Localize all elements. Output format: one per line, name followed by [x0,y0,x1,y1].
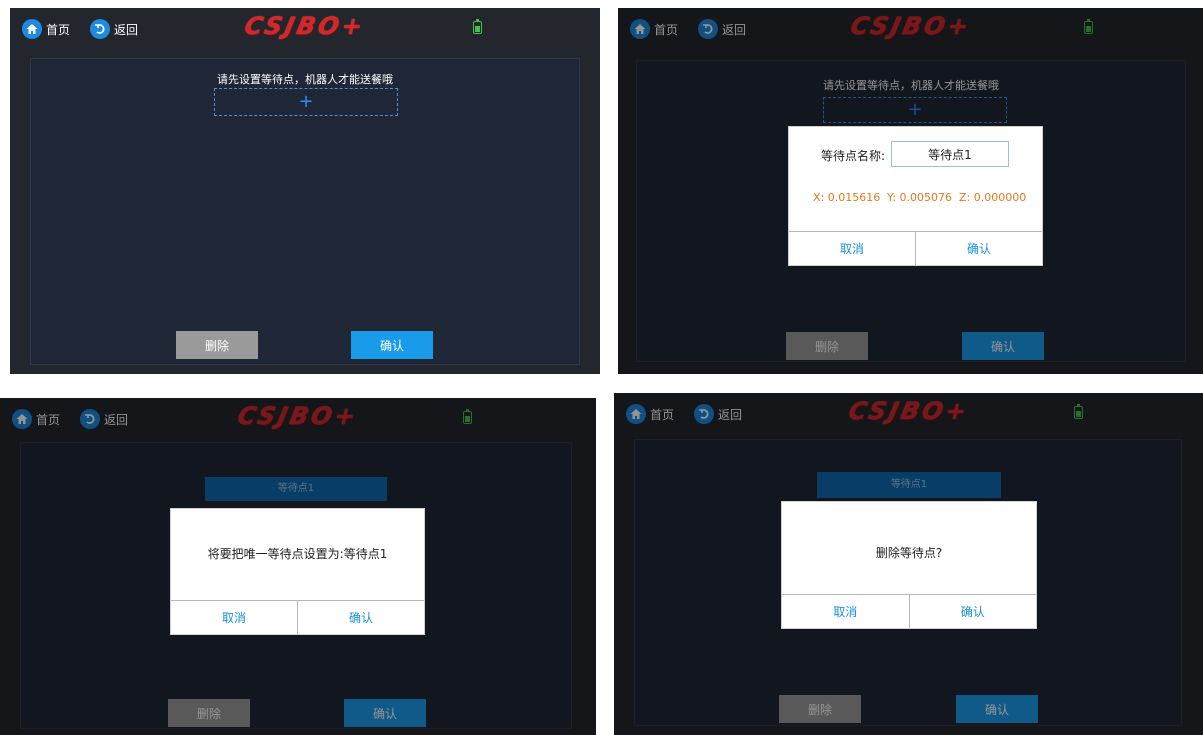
screen-delete-waypoint: 首页 返回 CSJBO+ 等待点1 删除 确认 删除等待点? 取消 确认 [614,393,1203,735]
dialog-confirm-button[interactable]: 确认 [910,595,1037,628]
dialog-footer: 取消 确认 [782,594,1036,628]
dialog-message: 将要把唯一等待点设置为:等待点1 [207,547,388,561]
top-bar: 首页 返回 CSJBO+ [10,8,600,50]
confirm-button[interactable]: 确认 [351,331,433,359]
screen-set-unique-waypoint: 首页 返回 CSJBO+ 等待点1 删除 确认 将要把唯一等待点设置为:等待点1… [0,398,596,735]
waypoint-panel: 请先设置等待点，机器人才能送餐哦 + [30,58,580,365]
confirm-waypoint-dialog: 将要把唯一等待点设置为:等待点1 取消 确认 [170,508,425,635]
dialog-footer: 取消 确认 [171,600,424,634]
prompt-text: 请先设置等待点，机器人才能送餐哦 [217,73,393,86]
back-label: 返回 [114,22,139,37]
waypoint-name-input[interactable] [891,141,1009,167]
home-icon [22,19,42,39]
dialog-cancel-button[interactable]: 取消 [171,601,298,634]
delete-button[interactable]: 删除 [176,331,258,359]
coord-y: Y: 0.005076 [887,191,952,204]
dialog-footer: 取消 确认 [789,231,1042,265]
dialog-confirm-button[interactable]: 确认 [298,601,424,634]
dialog-cancel-button[interactable]: 取消 [782,595,910,628]
screen-waypoint-empty: 首页 返回 CSJBO+ 请先设置等待点，机器人才能送餐哦 + 删除 确认 [10,8,600,374]
battery-icon [473,19,482,34]
dialog-confirm-button[interactable]: 确认 [916,232,1042,265]
coord-z: Z: 0.000000 [959,191,1027,204]
delete-waypoint-dialog: 删除等待点? 取消 确认 [781,501,1037,629]
brand-logo: CSJBO+ [242,12,368,40]
coord-x: X: 0.015616 [813,191,881,204]
dialog-cancel-button[interactable]: 取消 [789,232,916,265]
add-waypoint-button[interactable]: + [214,88,398,116]
back-icon [90,19,110,39]
home-button[interactable]: 首页 [22,19,70,39]
dialog-message: 删除等待点? [875,546,943,560]
screen-waypoint-name-dialog: 首页 返回 CSJBO+ 请先设置等待点，机器人才能送餐哦 + 删除 确认 等待… [618,8,1203,374]
waypoint-name-label: 等待点名称: [821,149,886,163]
back-button[interactable]: 返回 [90,19,138,39]
home-label: 首页 [46,22,71,37]
waypoint-name-dialog: 等待点名称: X: 0.015616 Y: 0.005076 Z: 0.0000… [788,126,1043,266]
